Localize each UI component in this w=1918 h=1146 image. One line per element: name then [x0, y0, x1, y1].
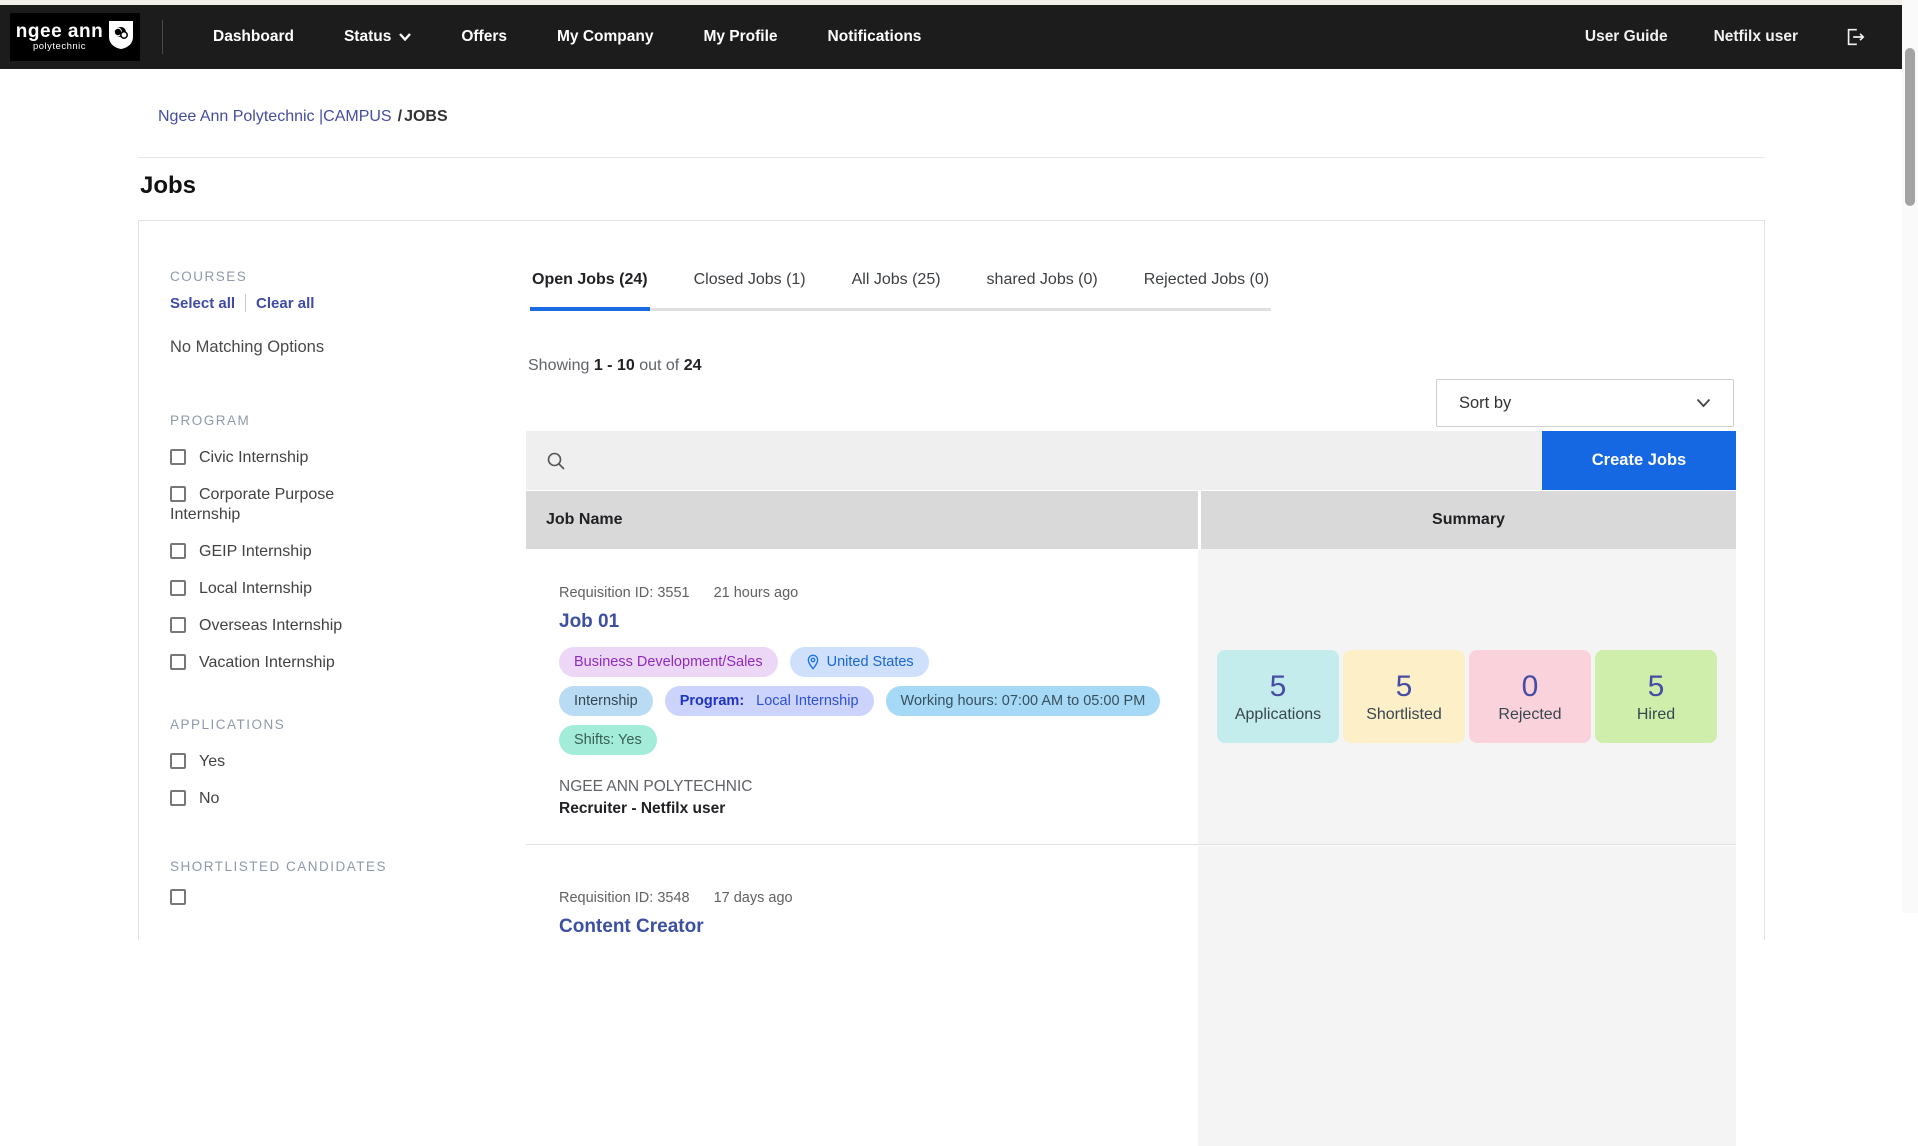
- job-row: Requisition ID: 3551 21 hours ago Job 01…: [526, 549, 1736, 845]
- tab-closed-jobs[interactable]: Closed Jobs (1): [692, 271, 808, 308]
- checkbox-box[interactable]: [170, 753, 186, 769]
- shortlisted-count: 5: [1396, 670, 1413, 703]
- shortlisted-heading: SHORTLISTED CANDIDATES: [170, 859, 490, 874]
- nav-my-company[interactable]: My Company: [557, 28, 653, 46]
- shortlisted-card: 5 Shortlisted: [1343, 650, 1465, 743]
- chevron-down-icon: [399, 33, 411, 41]
- checkbox-local-internship[interactable]: Local Internship: [170, 579, 385, 599]
- no-matching-options-text: No Matching Options: [170, 338, 490, 357]
- checkbox-box[interactable]: [170, 654, 186, 670]
- jobs-card: COURSES Select all Clear all No Matching…: [138, 220, 1765, 940]
- hired-count: 5: [1648, 670, 1665, 703]
- job-row: Requisition ID: 3548 17 days ago Content…: [526, 846, 1736, 1146]
- column-header-job-name: Job Name: [526, 491, 1198, 549]
- scrollbar-thumb[interactable]: [1905, 48, 1915, 206]
- company-name: NGEE ANN POLYTECHNIC: [559, 778, 1178, 796]
- breadcrumb-link-campus[interactable]: Ngee Ann Polytechnic |CAMPUS: [158, 108, 392, 125]
- top-navbar: ngee ann polytechnic Dashboard Status Of…: [0, 5, 1902, 69]
- title-divider: [138, 157, 1765, 158]
- tab-all-jobs[interactable]: All Jobs (25): [850, 271, 943, 308]
- navbar-divider: [162, 20, 163, 54]
- breadcrumb-separator: /: [398, 108, 402, 125]
- chevron-down-icon: [1696, 398, 1711, 408]
- posted-time: 21 hours ago: [714, 585, 799, 601]
- checkbox-civic-internship[interactable]: Civic Internship: [170, 448, 385, 468]
- logo-line1: ngee ann: [16, 22, 103, 41]
- checkbox-box[interactable]: [170, 543, 186, 559]
- nav-user-guide[interactable]: User Guide: [1585, 28, 1668, 46]
- sort-by-label: Sort by: [1459, 394, 1511, 413]
- checkbox-applications-no[interactable]: No: [170, 789, 385, 809]
- table-header: Job Name Summary: [526, 491, 1736, 549]
- tab-rejected-jobs[interactable]: Rejected Jobs (0): [1142, 271, 1271, 308]
- shield-logo-icon: [108, 20, 134, 55]
- job-title-link[interactable]: Job 01: [559, 611, 1178, 633]
- nav-dashboard[interactable]: Dashboard: [213, 28, 294, 46]
- checkbox-box[interactable]: [170, 790, 186, 806]
- working-hours-tag: Working hours: 07:00 AM to 05:00 PM: [886, 686, 1161, 716]
- sort-by-dropdown[interactable]: Sort by: [1436, 379, 1734, 427]
- clear-all-link[interactable]: Clear all: [256, 295, 314, 312]
- requisition-id: Requisition ID: 3551: [559, 585, 690, 601]
- checkbox-geip-internship[interactable]: GEIP Internship: [170, 542, 385, 562]
- tab-shared-jobs[interactable]: shared Jobs (0): [985, 271, 1100, 308]
- jobs-tabs: Open Jobs (24) Closed Jobs (1) All Jobs …: [530, 271, 1271, 311]
- recruiter-name: Recruiter - Netfilx user: [559, 800, 1178, 818]
- courses-heading: COURSES: [170, 269, 490, 284]
- location-pin-icon: [805, 654, 821, 670]
- shifts-tag: Shifts: Yes: [559, 725, 657, 755]
- nav-username[interactable]: Netfilx user: [1714, 28, 1798, 46]
- nav-notifications[interactable]: Notifications: [828, 28, 922, 46]
- nav-status[interactable]: Status: [344, 28, 411, 46]
- jobs-search-input[interactable]: [526, 431, 1542, 490]
- page-scrollbar[interactable]: [1902, 0, 1918, 913]
- results-count-text: Showing 1 - 10 out of 24: [528, 357, 701, 375]
- checkbox-box[interactable]: [170, 889, 186, 905]
- tab-open-jobs[interactable]: Open Jobs (24): [530, 271, 650, 311]
- page-title: Jobs: [140, 172, 196, 200]
- checkbox-box[interactable]: [170, 580, 186, 596]
- program-tag: Program: Local Internship: [665, 686, 874, 716]
- job-type-tag: Internship: [559, 686, 653, 716]
- program-heading: PROGRAM: [170, 413, 490, 428]
- requisition-id: Requisition ID: 3548: [559, 890, 690, 906]
- links-divider: [245, 294, 246, 312]
- applications-count: 5: [1270, 670, 1287, 703]
- rejected-card: 0 Rejected: [1469, 650, 1591, 743]
- results-range: 1 - 10: [594, 357, 635, 374]
- select-all-link[interactable]: Select all: [170, 295, 235, 312]
- summary-cards: 5 Applications 5 Shortlisted 0 Rejected …: [1217, 650, 1717, 743]
- breadcrumb-current: JOBS: [404, 108, 448, 125]
- checkbox-box[interactable]: [170, 486, 186, 502]
- filter-sidebar: COURSES Select all Clear all No Matching…: [170, 269, 490, 925]
- search-icon: [546, 451, 566, 471]
- ngee-ann-logo[interactable]: ngee ann polytechnic: [10, 13, 140, 61]
- checkbox-vacation-internship[interactable]: Vacation Internship: [170, 653, 385, 673]
- column-header-summary: Summary: [1201, 491, 1736, 549]
- applications-heading: APPLICATIONS: [170, 717, 490, 732]
- create-jobs-button[interactable]: Create Jobs: [1542, 431, 1736, 490]
- rejected-count: 0: [1522, 670, 1539, 703]
- checkbox-overseas-internship[interactable]: Overseas Internship: [170, 616, 385, 636]
- results-total: 24: [684, 357, 702, 374]
- logout-icon[interactable]: [1844, 26, 1866, 48]
- checkbox-shortlisted-partial[interactable]: [170, 888, 385, 908]
- breadcrumb: Ngee Ann Polytechnic |CAMPUS /JOBS: [158, 108, 448, 126]
- checkbox-applications-yes[interactable]: Yes: [170, 752, 385, 772]
- job-title-link[interactable]: Content Creator: [559, 916, 1178, 938]
- posted-time: 17 days ago: [714, 890, 793, 906]
- applications-card: 5 Applications: [1217, 650, 1339, 743]
- checkbox-box[interactable]: [170, 617, 186, 633]
- logo-line2: polytechnic: [16, 42, 103, 52]
- checkbox-corporate-purpose-internship[interactable]: Corporate Purpose Internship: [170, 485, 385, 525]
- hired-card: 5 Hired: [1595, 650, 1717, 743]
- location-tag: United States: [790, 647, 929, 677]
- checkbox-box[interactable]: [170, 449, 186, 465]
- nav-my-profile[interactable]: My Profile: [703, 28, 777, 46]
- nav-offers[interactable]: Offers: [461, 28, 507, 46]
- category-tag: Business Development/Sales: [559, 647, 778, 677]
